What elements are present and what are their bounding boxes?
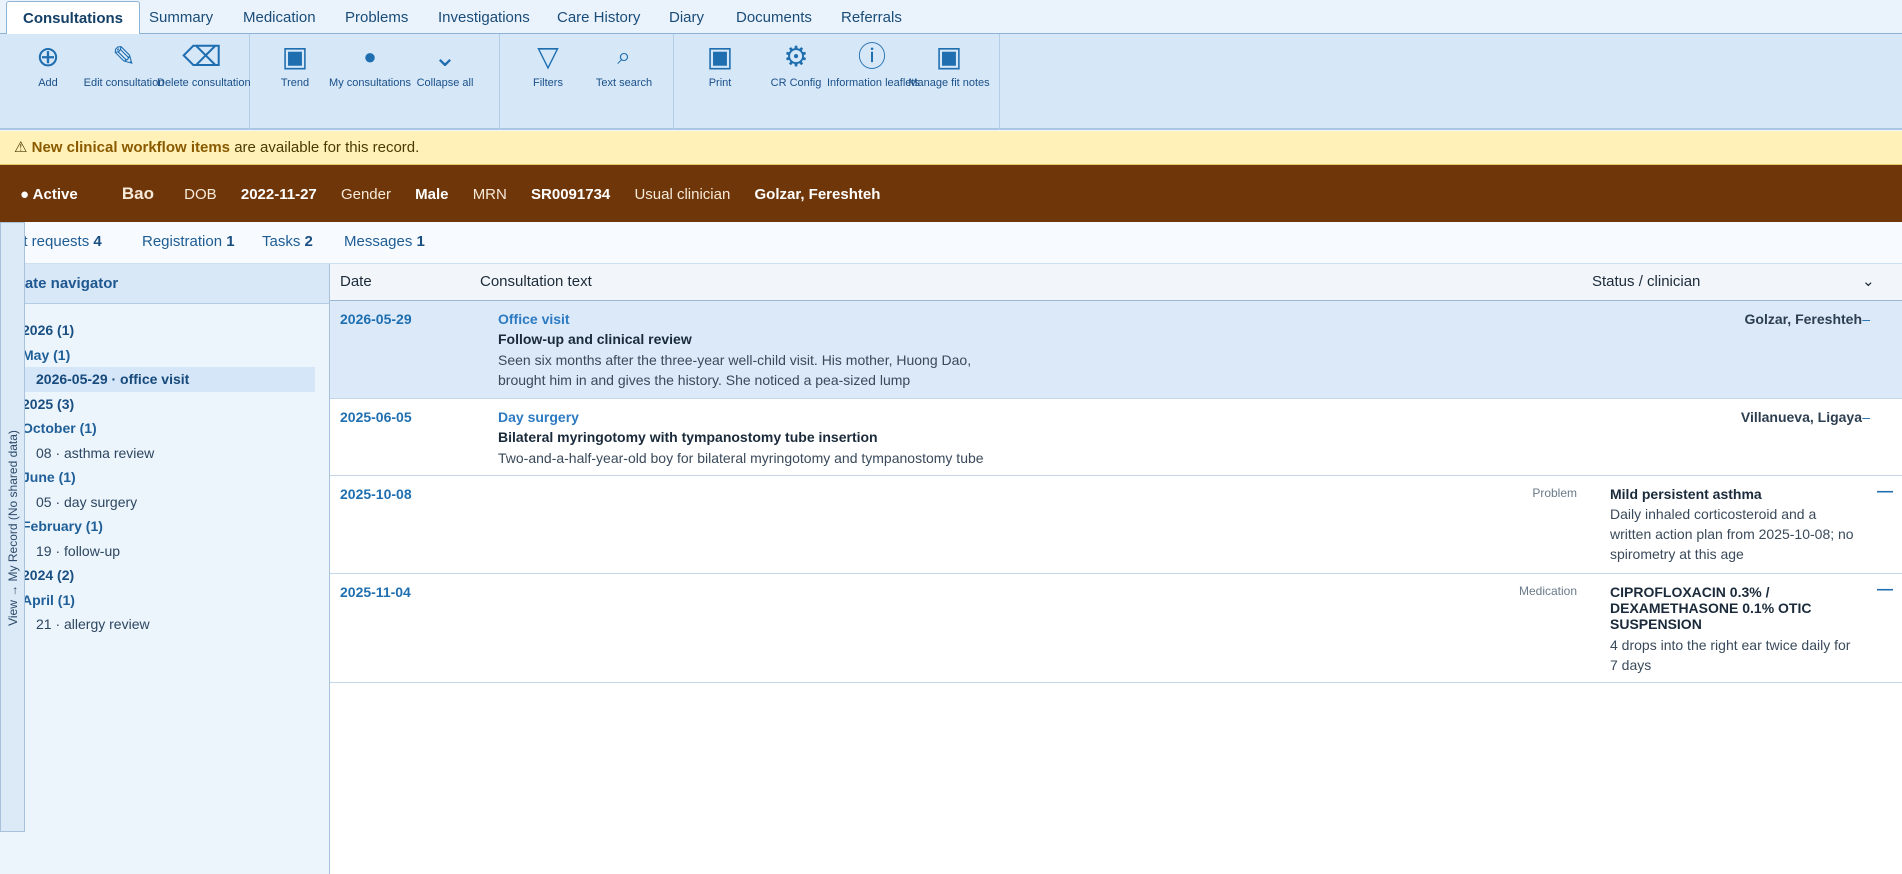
patient-banner: ● Active Bao DOB 2022-11-27 Gender Male …: [0, 165, 1902, 222]
nav-month[interactable]: April (1): [0, 588, 329, 613]
row-type: Office visit: [498, 311, 570, 327]
ribbon-group-output: ▣ Print ⚙ CR Config ⓘ Information leafle…: [674, 34, 1000, 130]
workflow-alert: ⚠ New clinical workflow items are availa…: [0, 131, 1902, 165]
alert-text: are available for this record.: [234, 139, 420, 156]
table-row[interactable]: 2026-05-29 Office visit Follow-up and cl…: [330, 301, 1902, 399]
text-search-button[interactable]: ⌕ Text search: [579, 42, 669, 89]
row-title: Follow-up and clinical review: [498, 331, 692, 347]
ribbon-group-view: ▣ Trend ● My consultations ⌄ Collapse al…: [250, 34, 500, 130]
notes-icon: ▣: [935, 41, 963, 72]
row-date: 2025-10-08: [340, 486, 412, 502]
status-column-header[interactable]: Status / clinician: [1592, 264, 1700, 300]
tab-consultations[interactable]: Consultations: [6, 1, 140, 35]
nav-year[interactable]: 2026 (1): [0, 318, 329, 343]
row-description: Seen six months after the three-year wel…: [498, 352, 972, 388]
table-row[interactable]: 2025-11-04 Medication CIPROFLOXACIN 0.3%…: [330, 574, 1902, 683]
patient-gender: Gender Male: [340, 186, 449, 203]
tab-care-history[interactable]: Care History: [541, 1, 656, 34]
record-view-side-tab[interactable]: View → My Record (No shared data): [0, 222, 25, 832]
nav-year[interactable]: 2025 (3): [0, 392, 329, 417]
tab-medication[interactable]: Medication: [227, 1, 332, 34]
edit-consultation-button[interactable]: ✎ Edit consultation: [79, 41, 169, 90]
text-column-header[interactable]: Consultation text: [480, 264, 592, 300]
row-kind: Medication: [1518, 584, 1577, 598]
nav-entry[interactable]: 05 · day surgery: [0, 490, 329, 515]
nav-entry[interactable]: 08 · asthma review: [0, 441, 329, 466]
pencil-icon: ✎: [112, 41, 136, 72]
patient-status: ● Active: [20, 186, 78, 203]
table-row[interactable]: 2025-10-08 Problem Mild persistent asthm…: [330, 476, 1902, 574]
nav-entry[interactable]: 21 · allergy review: [0, 612, 329, 637]
messages-link[interactable]: Messages 1: [344, 222, 425, 262]
chevron-down-icon: ⌄: [433, 41, 457, 72]
row-date: 2026-05-29: [340, 311, 412, 327]
nav-month[interactable]: May (1): [0, 343, 329, 368]
delete-consultation-button[interactable]: ⌫ Delete consultation: [157, 41, 251, 90]
manage-fit-notes-button[interactable]: ▣ Manage fit notes: [904, 41, 994, 90]
delete-icon: ⌫: [182, 41, 222, 72]
tab-problems[interactable]: Problems: [329, 1, 424, 34]
patient-mrn: MRN SR0091734: [472, 186, 611, 203]
patient-name: Bao: [121, 184, 154, 203]
row-problem-description: Daily inhaled corticosteroid and a writt…: [1610, 506, 1854, 562]
chevron-down-icon[interactable]: ⌄: [1862, 264, 1875, 300]
tab-diary[interactable]: Diary: [653, 1, 720, 34]
row-date: 2025-06-05: [340, 409, 412, 425]
row-kind: Problem: [1532, 486, 1577, 500]
row-type: Day surgery: [498, 409, 579, 425]
nav-month[interactable]: October (1): [0, 416, 329, 441]
tab-investigations[interactable]: Investigations: [422, 1, 546, 34]
tab-documents[interactable]: Documents: [720, 1, 828, 34]
grid-header: Date Consultation text Status / clinicia…: [330, 264, 1902, 301]
table-row[interactable]: 2025-06-05 Day surgery Bilateral myringo…: [330, 399, 1902, 476]
tasks-link[interactable]: Tasks 2: [262, 222, 313, 262]
nav-year[interactable]: 2024 (2): [0, 563, 329, 588]
date-column-header[interactable]: Date: [340, 264, 372, 300]
row-medication-title: CIPROFLOXACIN 0.3% / DEXAMETHASONE 0.1% …: [1610, 584, 1812, 632]
collapse-all-button[interactable]: ⌄ Collapse all: [400, 41, 490, 90]
consultations-grid: Date Consultation text Status / clinicia…: [330, 264, 1902, 874]
search-icon: ⌕: [617, 43, 631, 70]
row-clinician: Villanueva, Ligaya: [1740, 409, 1862, 425]
row-date: 2025-11-04: [340, 584, 411, 600]
date-navigator-title: Date navigator: [0, 264, 329, 304]
tab-summary[interactable]: Summary: [133, 1, 229, 34]
side-tab-label: View → My Record (No shared data): [6, 430, 20, 626]
ribbon-group-filter: ▽ Filters ⌕ Text search: [500, 34, 674, 130]
row-collapse-toggle[interactable]: —: [1877, 483, 1893, 501]
nav-entry-selected[interactable]: 2026-05-29 · office visit: [0, 367, 315, 392]
patient-usual-clinician: Usual clinician Golzar, Fereshteh: [634, 186, 881, 203]
row-expand-toggle[interactable]: –: [1862, 311, 1870, 327]
row-title: Bilateral myringotomy with tympanostomy …: [498, 429, 878, 445]
alert-link[interactable]: New clinical workflow items: [32, 139, 230, 156]
row-problem-title: Mild persistent asthma: [1610, 486, 1762, 502]
record-summary-strip: Test requests 4 Registration 1 Tasks 2 M…: [0, 222, 1902, 264]
ribbon-group-edit: ⊕ Add ✎ Edit consultation ⌫ Delete consu…: [0, 34, 251, 130]
row-medication-description: 4 drops into the right ear twice daily f…: [1610, 637, 1851, 673]
main-tab-bar: Consultations Summary Medication Problem…: [0, 0, 1902, 35]
row-expand-toggle[interactable]: –: [1862, 409, 1870, 425]
nav-entry[interactable]: 19 · follow-up: [0, 539, 329, 564]
nav-month[interactable]: February (1): [0, 514, 329, 539]
row-collapse-toggle[interactable]: —: [1877, 581, 1893, 599]
row-description: Two-and-a-half-year-old boy for bilatera…: [498, 450, 984, 466]
date-navigator: Date navigator 2026 (1) May (1) 2026-05-…: [0, 264, 330, 874]
row-clinician: Golzar, Fereshteh: [1744, 311, 1862, 327]
warning-icon: ⚠: [14, 139, 28, 156]
nav-month[interactable]: June (1): [0, 465, 329, 490]
date-navigator-tree: 2026 (1) May (1) 2026-05-29 · office vis…: [0, 304, 329, 637]
registration-link[interactable]: Registration 1: [142, 222, 235, 262]
ribbon-toolbar: ⊕ Add ✎ Edit consultation ⌫ Delete consu…: [0, 34, 1902, 130]
patient-dob: DOB 2022-11-27: [184, 186, 317, 203]
tab-referrals[interactable]: Referrals: [825, 1, 918, 34]
